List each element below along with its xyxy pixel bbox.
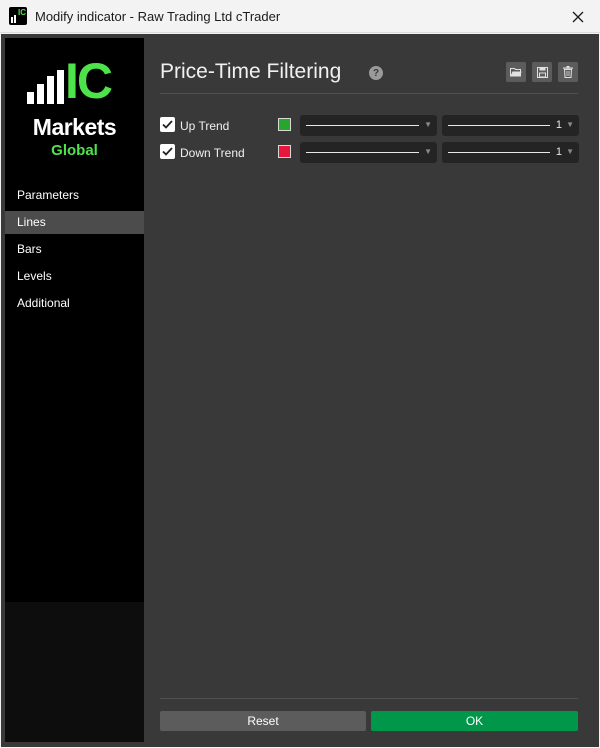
footer-divider xyxy=(160,698,578,699)
ok-button[interactable]: OK xyxy=(371,711,578,731)
down-trend-thickness-select[interactable]: 1 ▼ xyxy=(442,142,579,163)
dropdown-arrow-icon: ▼ xyxy=(566,147,574,156)
checkmark-icon xyxy=(162,147,173,156)
up-trend-thickness-select[interactable]: 1 ▼ xyxy=(442,115,579,136)
sidebar-item-levels[interactable]: Levels xyxy=(5,265,144,288)
main-content: Price-Time Filtering ? Up Trend ▼ 1 ▼ Do… xyxy=(156,34,596,747)
open-button[interactable] xyxy=(506,62,526,82)
line-row-down-trend: Down Trend ▼ 1 ▼ xyxy=(160,142,579,163)
dropdown-arrow-icon: ▼ xyxy=(424,120,432,129)
save-icon xyxy=(536,66,548,78)
sidebar-item-lines[interactable]: Lines xyxy=(5,211,144,234)
logo-ic-text: IC xyxy=(65,53,113,109)
down-trend-label: Down Trend xyxy=(180,146,245,160)
save-button[interactable] xyxy=(532,62,552,82)
dropdown-arrow-icon: ▼ xyxy=(566,120,574,129)
brand-logo: IC Markets Global xyxy=(5,38,144,178)
sidebar-item-additional[interactable]: Additional xyxy=(5,292,144,315)
page-title: Price-Time Filtering xyxy=(160,60,342,83)
title-bar: IC Modify indicator - Raw Trading Ltd cT… xyxy=(0,0,600,33)
sidebar-item-bars[interactable]: Bars xyxy=(5,238,144,261)
up-trend-thickness-value: 1 xyxy=(555,119,562,131)
close-icon xyxy=(572,11,584,22)
header-divider xyxy=(160,93,578,94)
down-trend-thickness-value: 1 xyxy=(555,146,562,158)
dropdown-arrow-icon: ▼ xyxy=(424,147,432,156)
sidebar-footer-area xyxy=(5,602,144,742)
sidebar-item-parameters[interactable]: Parameters xyxy=(5,184,144,207)
sidebar-nav: Parameters Lines Bars Levels Additional xyxy=(5,184,144,319)
open-folder-icon xyxy=(510,68,522,77)
help-icon[interactable]: ? xyxy=(369,66,383,80)
down-trend-style-select[interactable]: ▼ xyxy=(300,142,437,163)
app-icon: IC xyxy=(9,7,27,25)
reset-button[interactable]: Reset xyxy=(160,711,366,731)
up-trend-style-select[interactable]: ▼ xyxy=(300,115,437,136)
line-row-up-trend: Up Trend ▼ 1 ▼ xyxy=(160,115,579,136)
up-trend-checkbox[interactable] xyxy=(160,117,175,132)
down-trend-checkbox[interactable] xyxy=(160,144,175,159)
logo-global-text: Global xyxy=(51,142,98,159)
down-trend-color-swatch[interactable] xyxy=(278,145,291,158)
checkmark-icon xyxy=(162,120,173,129)
modify-indicator-dialog: IC Markets Global Parameters Lines Bars … xyxy=(1,34,599,747)
logo-markets-text: Markets xyxy=(32,114,117,140)
sidebar: IC Markets Global Parameters Lines Bars … xyxy=(5,38,144,742)
window-title: Modify indicator - Raw Trading Ltd cTrad… xyxy=(35,9,281,24)
close-button[interactable] xyxy=(556,0,600,33)
delete-button[interactable] xyxy=(558,62,578,82)
delete-icon xyxy=(563,66,573,78)
up-trend-color-swatch[interactable] xyxy=(278,118,291,131)
up-trend-label: Up Trend xyxy=(180,119,230,133)
